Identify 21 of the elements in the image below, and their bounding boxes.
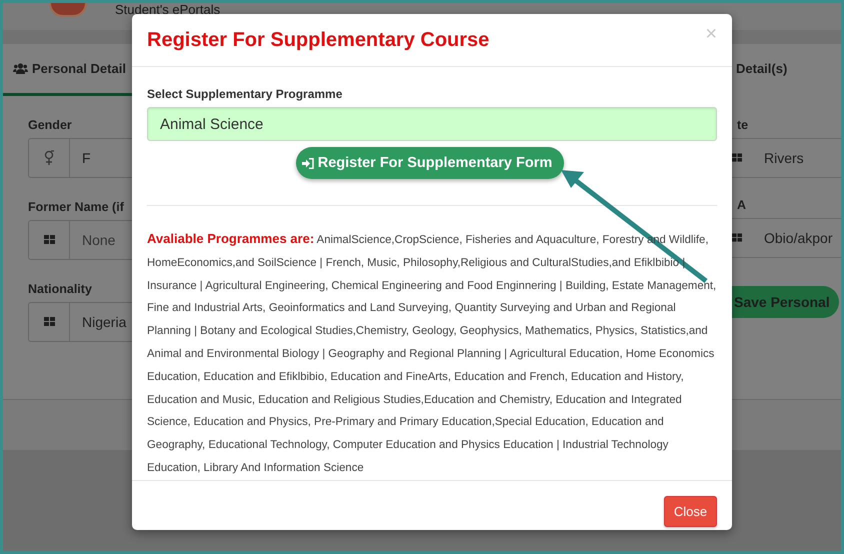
field-label: Nationality (28, 282, 92, 298)
grid-icon (732, 153, 742, 163)
grid-icon (44, 317, 54, 327)
site-title: Student's ePortals (115, 3, 220, 16)
grid-icon (732, 233, 742, 243)
close-button[interactable]: Close (664, 496, 717, 527)
field-label: Gender (28, 118, 72, 134)
register-button[interactable]: Register For Supplementary Form (296, 147, 564, 179)
programme-field[interactable]: Animal Science (147, 107, 717, 141)
grid-icon (44, 235, 54, 245)
save-button[interactable]: Save Personal (732, 286, 839, 318)
gender-icon (43, 150, 55, 166)
users-icon (13, 63, 28, 74)
field-label: Former Name (if (28, 200, 124, 216)
field-label: A (736, 198, 746, 214)
sign-in-icon (302, 158, 314, 168)
logo-icon (49, 3, 87, 17)
modal-title: Register For Supplementary Course (147, 28, 490, 52)
field-label: te (736, 118, 748, 134)
field-label: Select Supplementary Programme (147, 87, 344, 101)
tab[interactable]: Detail(s) (732, 44, 841, 96)
